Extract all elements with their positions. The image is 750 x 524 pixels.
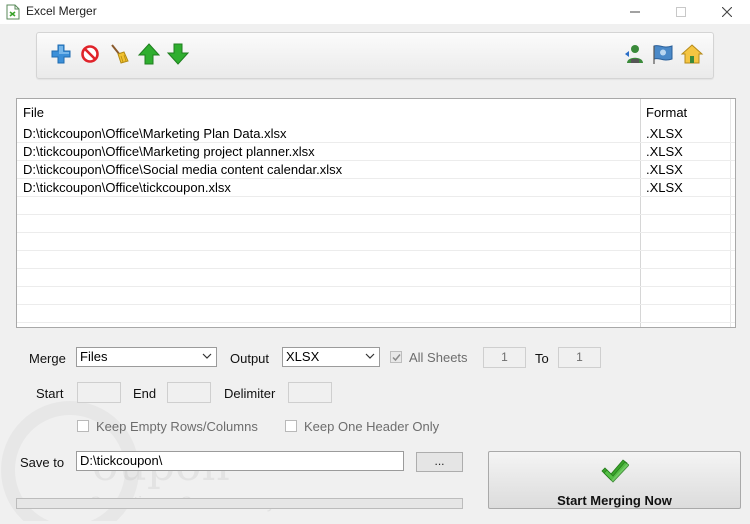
maximize-icon — [676, 7, 686, 17]
remove-icon — [81, 45, 99, 63]
start-merging-button[interactable]: Start Merging Now — [488, 451, 741, 509]
clear-list-button[interactable] — [107, 42, 131, 66]
delimiter-label: Delimiter — [224, 386, 276, 401]
merge-mode-value: Files — [80, 349, 108, 364]
flag-icon — [653, 45, 673, 64]
start-label: Start — [36, 386, 64, 401]
sheet-from-field[interactable]: 1 — [483, 347, 526, 368]
save-to-label: Save to — [20, 455, 65, 470]
end-label: End — [133, 386, 157, 401]
file-format-cell: .XLSX — [646, 162, 683, 177]
empty-row — [17, 196, 735, 215]
close-icon — [722, 7, 732, 17]
minimize-button[interactable] — [612, 0, 658, 24]
end-field[interactable] — [167, 382, 211, 403]
column-header-file[interactable]: File — [23, 105, 44, 120]
table-row[interactable]: D:\tickcoupon\Office\Marketing project p… — [17, 142, 735, 161]
chevron-down-icon — [365, 353, 375, 359]
keep-header-checkbox[interactable] — [285, 420, 297, 432]
maximize-button[interactable] — [658, 0, 704, 24]
home-button[interactable] — [680, 42, 704, 66]
add-files-button[interactable] — [49, 42, 73, 66]
table-row[interactable]: D:\tickcoupon\Office\Social media conten… — [17, 160, 735, 179]
add-icon — [51, 44, 71, 64]
language-button[interactable] — [651, 42, 675, 66]
table-row[interactable]: D:\tickcoupon\Office\Marketing Plan Data… — [17, 124, 735, 143]
table-row[interactable]: D:\tickcoupon\Office\tickcoupon.xlsx .XL… — [17, 178, 735, 197]
excel-merger-window: Excel Merger File Format D:\tickcoupon\O… — [0, 0, 750, 521]
chevron-down-icon — [202, 353, 212, 359]
file-path-cell: D:\tickcoupon\Office\Marketing Plan Data… — [23, 126, 287, 141]
file-path-cell: D:\tickcoupon\Office\Social media conten… — [23, 162, 343, 177]
empty-row — [17, 250, 735, 269]
empty-row — [17, 268, 735, 287]
user-icon — [625, 45, 643, 63]
column-header-format[interactable]: Format — [646, 105, 687, 120]
keep-header-label: Keep One Header Only — [304, 419, 440, 434]
start-field[interactable] — [77, 382, 121, 403]
all-sheets-label: All Sheets — [409, 350, 468, 365]
file-format-cell: .XLSX — [646, 126, 683, 141]
double-check-icon — [601, 459, 629, 483]
output-label: Output — [230, 351, 270, 366]
user-button[interactable] — [623, 42, 647, 66]
empty-row — [17, 232, 735, 251]
output-format-value: XLSX — [286, 349, 320, 364]
move-up-button[interactable] — [137, 42, 161, 66]
move-up-icon — [137, 43, 161, 65]
empty-row — [17, 304, 735, 323]
title-bar: Excel Merger — [0, 0, 750, 24]
browse-button[interactable]: ... — [416, 452, 463, 472]
file-format-cell: .XLSX — [646, 144, 683, 159]
output-format-select[interactable]: XLSX — [282, 347, 380, 367]
minimize-icon — [630, 11, 640, 13]
empty-row — [17, 214, 735, 233]
all-sheets-checkbox[interactable] — [390, 351, 402, 363]
empty-row — [17, 286, 735, 305]
merge-label: Merge — [29, 351, 66, 366]
progress-bar — [16, 498, 463, 509]
move-down-button[interactable] — [166, 42, 190, 66]
close-button[interactable] — [704, 0, 750, 24]
start-merging-label: Start Merging Now — [557, 493, 672, 508]
file-list[interactable]: File Format D:\tickcoupon\Office\Marketi… — [16, 98, 736, 328]
file-path-cell: D:\tickcoupon\Office\tickcoupon.xlsx — [23, 180, 231, 195]
save-path-input[interactable]: D:\tickcoupon\ — [76, 451, 404, 471]
merge-mode-select[interactable]: Files — [76, 347, 217, 367]
clear-icon — [111, 44, 129, 64]
remove-file-button[interactable] — [78, 42, 102, 66]
toolbar — [36, 32, 714, 79]
app-icon — [6, 4, 20, 20]
move-down-icon — [166, 43, 190, 65]
checkmark-icon — [392, 354, 401, 362]
window-title: Excel Merger — [26, 4, 97, 18]
delimiter-field[interactable] — [288, 382, 332, 403]
to-label: To — [535, 351, 549, 366]
keep-empty-checkbox[interactable] — [77, 420, 89, 432]
home-icon — [680, 44, 704, 64]
file-path-cell: D:\tickcoupon\Office\Marketing project p… — [23, 144, 315, 159]
sheet-to-field[interactable]: 1 — [558, 347, 601, 368]
file-format-cell: .XLSX — [646, 180, 683, 195]
keep-empty-label: Keep Empty Rows/Columns — [96, 419, 258, 434]
